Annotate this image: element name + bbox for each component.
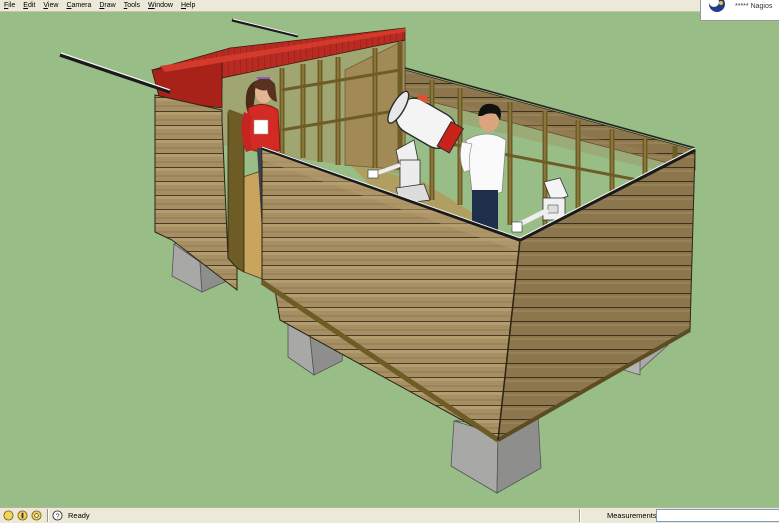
menu-window[interactable]: Window: [144, 0, 177, 11]
menu-view[interactable]: View: [39, 0, 62, 11]
logo-text: ***** Nagios: [735, 3, 773, 10]
menu-tools[interactable]: Tools: [120, 0, 144, 11]
menu-file[interactable]: File: [0, 0, 19, 11]
svg-text:?: ?: [55, 511, 59, 520]
sun-icon[interactable]: [3, 510, 14, 521]
help-icon[interactable]: ?: [52, 510, 63, 521]
menu-bar: File Edit View Camera Draw Tools Window …: [0, 0, 779, 12]
menu-help[interactable]: Help: [177, 0, 199, 11]
geo-icon[interactable]: [31, 510, 42, 521]
info-icon[interactable]: [17, 510, 28, 521]
measurements-input[interactable]: [656, 509, 779, 522]
right-end-wall: [497, 147, 696, 442]
status-text: Ready: [68, 511, 90, 520]
menu-edit[interactable]: Edit: [19, 0, 39, 11]
modeling-viewport[interactable]: [0, 12, 779, 507]
measurements-label: Measurements: [607, 511, 657, 520]
menu-draw[interactable]: Draw: [95, 0, 119, 11]
menu-camera[interactable]: Camera: [62, 0, 95, 11]
status-bar: ? Ready Measurements: [0, 507, 779, 523]
